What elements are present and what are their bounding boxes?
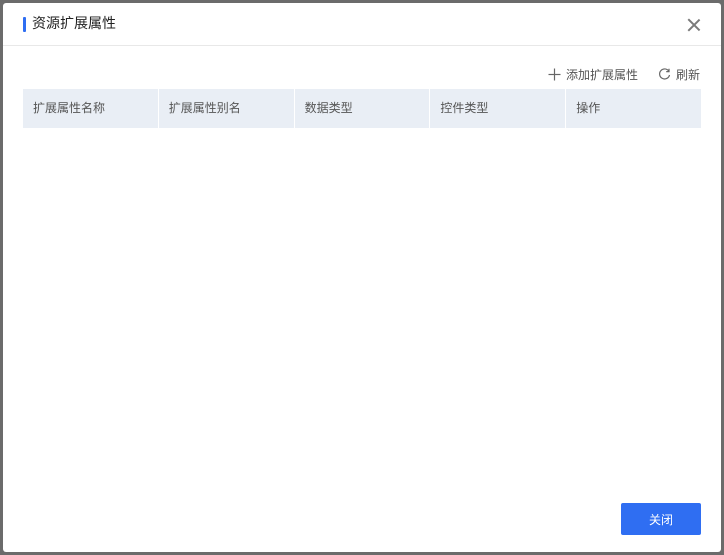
refresh-button[interactable]: 刷新 xyxy=(658,66,700,83)
column-header-attribute-alias[interactable]: 扩展属性别名 xyxy=(159,89,295,128)
refresh-label: 刷新 xyxy=(675,67,700,82)
dialog-title: 资源扩展属性 xyxy=(32,16,116,32)
close-button[interactable]: 关闭 xyxy=(621,503,701,535)
attributes-table: 扩展属性名称 扩展属性别名 数据类型 控件类型 操作 xyxy=(23,89,701,128)
extension-attributes-dialog: 资源扩展属性 添加扩展属性 刷新 扩展属性名称 扩展属性别名 数据类型 控件类型… xyxy=(3,3,721,552)
add-attribute-label: 添加扩展属性 xyxy=(565,67,638,82)
column-header-data-type[interactable]: 数据类型 xyxy=(295,89,431,128)
refresh-icon xyxy=(659,67,671,80)
add-attribute-button[interactable]: 添加扩展属性 xyxy=(548,66,638,83)
close-icon[interactable] xyxy=(687,18,701,32)
title-accent-bar xyxy=(23,17,26,32)
plus-icon xyxy=(548,68,561,80)
column-header-control-type[interactable]: 控件类型 xyxy=(430,89,567,128)
table-header: 扩展属性名称 扩展属性别名 数据类型 控件类型 操作 xyxy=(23,89,701,128)
column-header-attribute-name[interactable]: 扩展属性名称 xyxy=(23,89,159,128)
dialog-header: 资源扩展属性 xyxy=(3,3,721,46)
column-header-actions: 操作 xyxy=(576,101,601,115)
table-toolbar: 添加扩展属性 刷新 xyxy=(528,65,700,83)
